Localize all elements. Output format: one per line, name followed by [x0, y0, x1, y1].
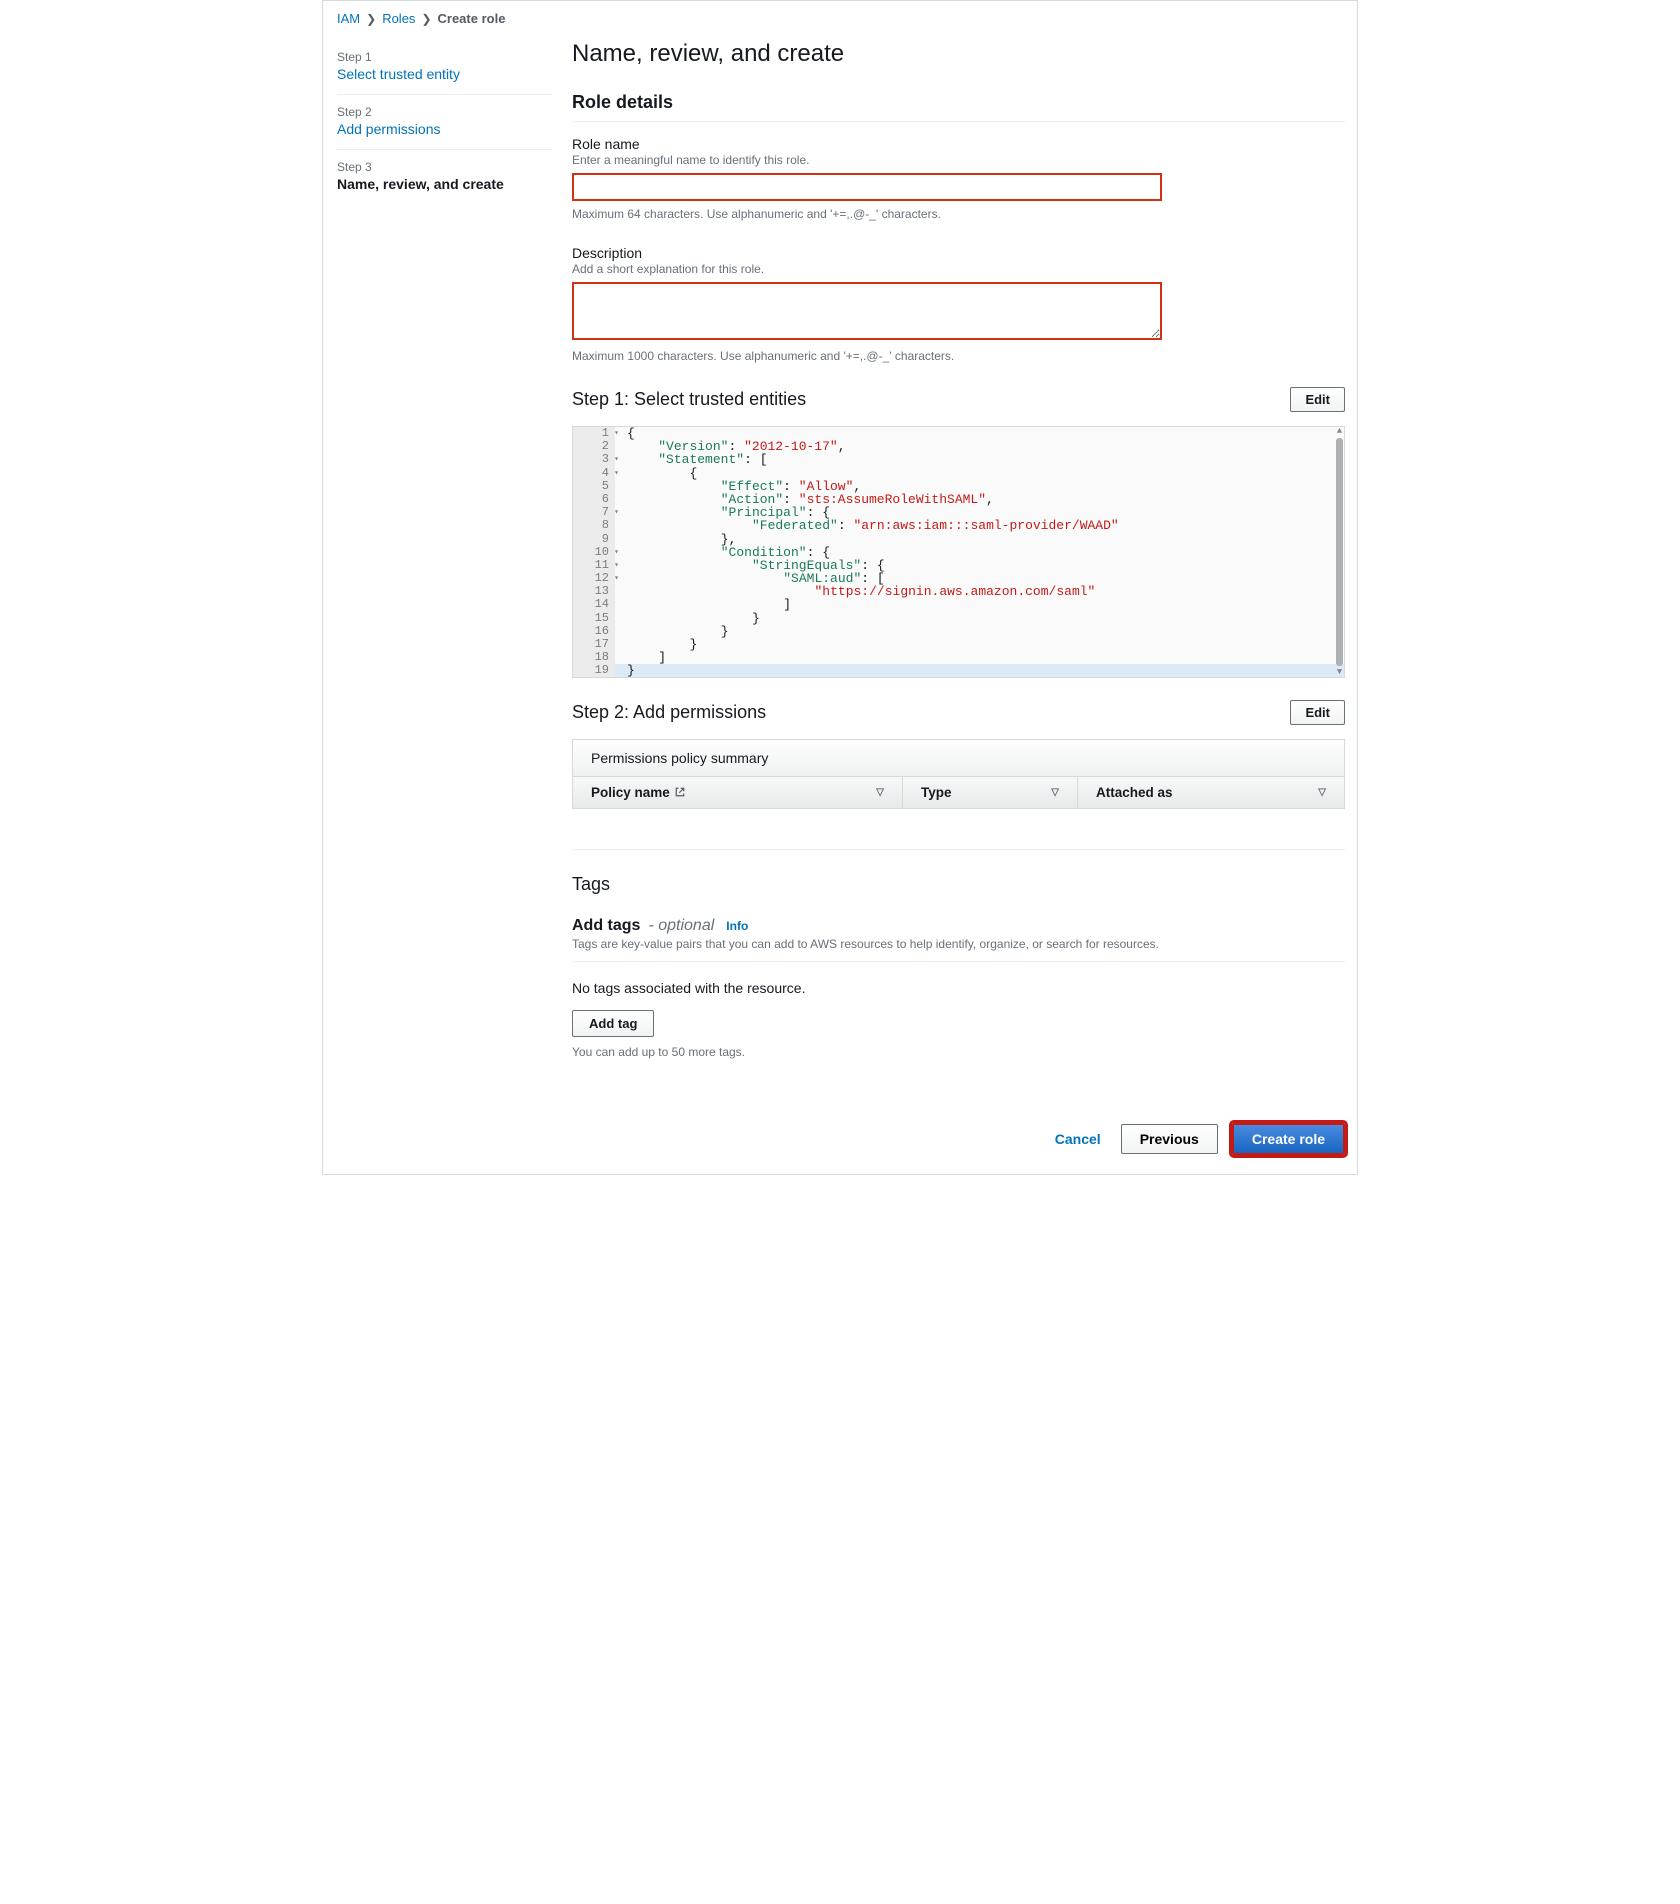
sort-icon[interactable]: ▽ [1051, 787, 1059, 798]
wizard-sidebar: Step 1 Select trusted entity Step 2 Add … [337, 40, 552, 1155]
breadcrumb: IAM ❯ Roles ❯ Create role [337, 11, 1345, 26]
add-tag-button[interactable]: Add tag [572, 1010, 654, 1037]
scrollbar-thumb[interactable] [1336, 438, 1343, 666]
breadcrumb-iam[interactable]: IAM [337, 11, 360, 26]
scroll-down-icon[interactable]: ▼ [1337, 668, 1342, 677]
add-tags-label: Add tags [572, 917, 640, 935]
permissions-summary-label: Permissions policy summary [573, 740, 1344, 777]
edit-trusted-entities-button[interactable]: Edit [1290, 387, 1345, 412]
sidebar-step-trusted-entity[interactable]: Select trusted entity [337, 66, 460, 82]
sort-icon[interactable]: ▽ [1318, 787, 1326, 798]
role-name-help: Enter a meaningful name to identify this… [572, 153, 1345, 167]
create-role-button[interactable]: Create role [1232, 1123, 1345, 1155]
column-label: Attached as [1096, 785, 1173, 800]
permissions-table: Permissions policy summary Policy name ▽… [572, 739, 1345, 809]
description-label: Description [572, 245, 1345, 261]
step-number: Step 2 [337, 105, 552, 119]
page-title: Name, review, and create [572, 40, 1345, 68]
tags-description: Tags are key-value pairs that you can ad… [572, 937, 1345, 951]
step2-heading: Step 2: Add permissions [572, 702, 766, 723]
external-link-icon [674, 785, 686, 800]
description-input[interactable] [572, 282, 1162, 340]
policy-name-column[interactable]: Policy name ▽ [573, 777, 903, 808]
step-number: Step 3 [337, 160, 552, 174]
breadcrumb-current: Create role [438, 11, 506, 26]
chevron-right-icon: ❯ [421, 12, 431, 26]
cancel-link[interactable]: Cancel [1055, 1131, 1101, 1147]
previous-button[interactable]: Previous [1121, 1124, 1218, 1154]
description-help: Add a short explanation for this role. [572, 262, 1345, 276]
role-name-input[interactable] [572, 173, 1162, 201]
add-tag-hint: You can add up to 50 more tags. [572, 1045, 1345, 1059]
attached-as-column[interactable]: Attached as ▽ [1078, 777, 1344, 808]
optional-label: - optional [648, 917, 714, 935]
info-link[interactable]: Info [726, 919, 748, 933]
edit-permissions-button[interactable]: Edit [1290, 700, 1345, 725]
role-name-constraint: Maximum 64 characters. Use alphanumeric … [572, 207, 1345, 221]
role-details-heading: Role details [572, 92, 1345, 113]
sidebar-step-name-review: Name, review, and create [337, 176, 552, 192]
tags-heading: Tags [572, 874, 1345, 895]
scroll-up-icon[interactable]: ▲ [1337, 427, 1342, 436]
step-number: Step 1 [337, 50, 552, 64]
sort-icon[interactable]: ▽ [876, 787, 884, 798]
role-name-label: Role name [572, 136, 1345, 152]
editor-scrollbar[interactable]: ▲ ▼ [1335, 427, 1344, 677]
no-tags-message: No tags associated with the resource. [572, 980, 1345, 996]
step1-heading: Step 1: Select trusted entities [572, 389, 806, 410]
column-label: Policy name [591, 785, 670, 800]
type-column[interactable]: Type ▽ [903, 777, 1078, 808]
breadcrumb-roles[interactable]: Roles [382, 11, 415, 26]
description-constraint: Maximum 1000 characters. Use alphanumeri… [572, 349, 1345, 363]
sidebar-step-add-permissions[interactable]: Add permissions [337, 121, 441, 137]
chevron-right-icon: ❯ [366, 12, 376, 26]
trust-policy-editor[interactable]: 12345678910111213141516171819 { "Version… [572, 426, 1345, 678]
column-label: Type [921, 785, 952, 800]
